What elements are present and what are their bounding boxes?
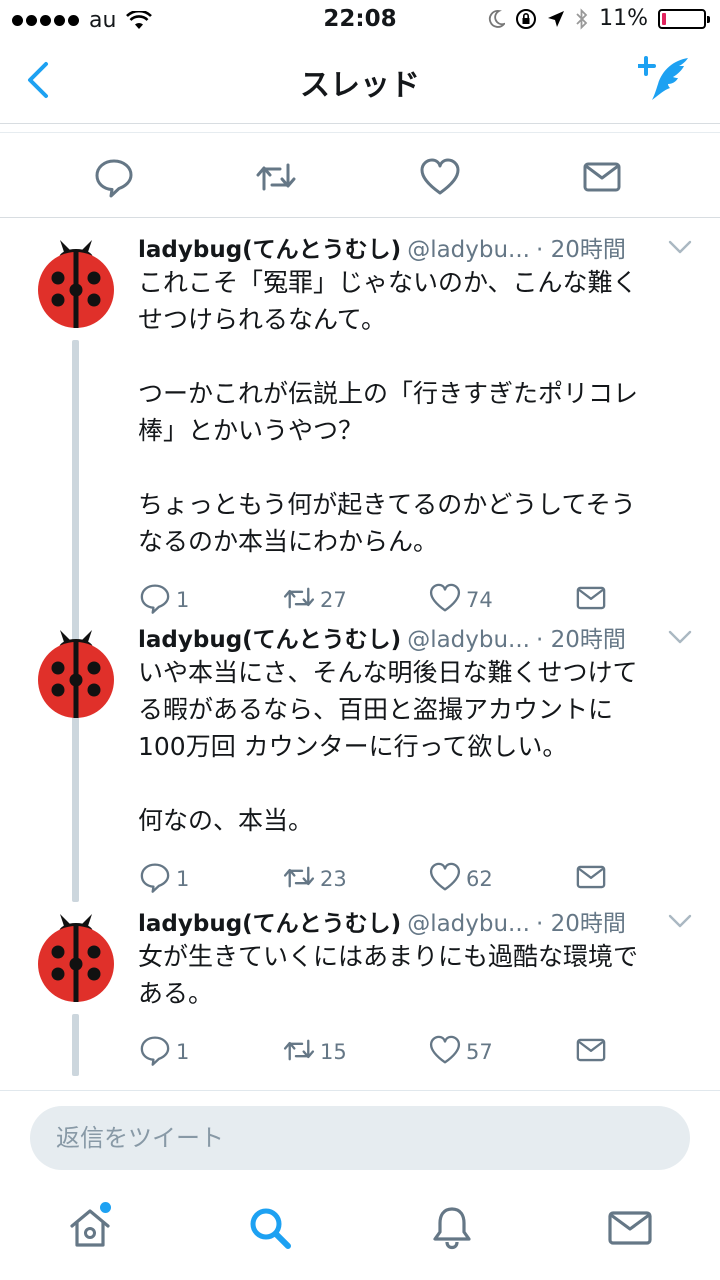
like-icon bbox=[428, 860, 462, 899]
battery-icon bbox=[658, 8, 710, 29]
username-handle: @ladybu... bbox=[407, 911, 530, 937]
avatar[interactable] bbox=[36, 238, 116, 328]
direct-message-icon bbox=[574, 860, 608, 899]
retweet-action[interactable]: 15 bbox=[282, 1034, 347, 1070]
search-icon[interactable] bbox=[246, 1204, 294, 1252]
direct-message-action[interactable] bbox=[574, 1034, 608, 1070]
reply-icon bbox=[138, 1033, 172, 1072]
tweet-text-line: せつけられるなんて。 bbox=[138, 305, 387, 334]
retweet-icon[interactable] bbox=[254, 155, 298, 199]
like-action[interactable]: 62 bbox=[428, 861, 493, 897]
location-icon bbox=[548, 10, 565, 27]
like-count: 62 bbox=[466, 867, 493, 891]
tweet-text-line bbox=[138, 449, 693, 486]
navigation-bar: スレッド bbox=[0, 40, 720, 124]
parent-tweet-actions bbox=[0, 132, 720, 218]
display-name[interactable]: ladybug(てんとうむし) bbox=[138, 620, 401, 654]
retweet-icon bbox=[282, 1033, 316, 1072]
battery-level bbox=[662, 12, 666, 25]
reply-action[interactable]: 1 bbox=[138, 1034, 189, 1070]
direct-message-action[interactable] bbox=[574, 861, 608, 897]
tweet-header: ladybug(てんとうむし) @ladybu... · 20時間 bbox=[138, 230, 626, 264]
notifications-icon[interactable] bbox=[428, 1204, 476, 1252]
compose-tweet-icon[interactable] bbox=[638, 54, 694, 104]
tweet-text-line: 何なの、本当。 bbox=[138, 806, 314, 835]
reply-icon[interactable] bbox=[92, 155, 136, 199]
tweet-text-line bbox=[138, 765, 693, 802]
tweet-actions: 1 15 57 bbox=[138, 1034, 638, 1074]
direct-message-icon[interactable] bbox=[580, 155, 624, 199]
like-icon bbox=[428, 1033, 462, 1072]
tweet-text-line: 棒」とかいうやつ？ bbox=[138, 416, 364, 445]
chevron-down-icon[interactable] bbox=[668, 240, 692, 254]
bluetooth-icon bbox=[576, 7, 588, 30]
reply-count: 1 bbox=[176, 867, 190, 891]
divider bbox=[0, 1090, 720, 1091]
tweet-text-line: ある。 bbox=[138, 979, 214, 1008]
username-handle: @ladybu... bbox=[407, 627, 530, 653]
tweet-text-line: 100万回 カウンターに行って欲しい。 bbox=[138, 732, 568, 761]
chevron-down-icon[interactable] bbox=[668, 914, 692, 928]
reply-bar bbox=[30, 1106, 690, 1170]
retweet-icon bbox=[282, 860, 316, 899]
retweet-action[interactable]: 23 bbox=[282, 861, 347, 897]
page-title: スレッド bbox=[300, 68, 420, 103]
rotation-lock-icon bbox=[516, 8, 537, 29]
like-count: 74 bbox=[466, 588, 493, 612]
tweet-text: いや本当にさ、そんな明後日な難くせつけて る暇があるなら、百田と盗撮アカウントに 1… bbox=[138, 654, 693, 839]
tab-bar bbox=[0, 1180, 720, 1280]
retweet-count: 23 bbox=[320, 867, 347, 891]
avatar[interactable] bbox=[36, 628, 116, 718]
tweet-text-line: なるのか本当にわからん。 bbox=[138, 527, 439, 556]
reply-action[interactable]: 1 bbox=[138, 861, 189, 897]
reply-count: 1 bbox=[176, 588, 190, 612]
tweet-header: ladybug(てんとうむし) @ladybu... · 20時間 bbox=[138, 904, 626, 938]
battery-percent: 11% bbox=[599, 6, 648, 31]
reply-count: 1 bbox=[176, 1040, 190, 1064]
retweet-count: 27 bbox=[320, 588, 347, 612]
avatar[interactable] bbox=[36, 912, 116, 1002]
new-content-badge bbox=[100, 1202, 111, 1213]
retweet-count: 15 bbox=[320, 1040, 347, 1064]
back-chevron-icon[interactable] bbox=[18, 58, 58, 102]
like-count: 57 bbox=[466, 1040, 493, 1064]
messages-icon[interactable] bbox=[606, 1204, 654, 1252]
tweet-text: これこそ「冤罪」じゃないのか、こんな難く せつけられるなんて。つーかこれが伝説上の… bbox=[138, 264, 693, 560]
timestamp: · 20時間 bbox=[536, 237, 626, 263]
tweet-text-line: ちょっともう何が起きてるのかどうしてそう bbox=[138, 490, 636, 519]
timestamp: · 20時間 bbox=[536, 911, 626, 937]
tweet[interactable]: ladybug(てんとうむし) @ladybu... · 20時間 これこそ「冤… bbox=[0, 222, 720, 830]
like-icon[interactable] bbox=[418, 155, 462, 199]
tweet-actions: 1 23 62 bbox=[138, 861, 638, 901]
direct-message-icon bbox=[574, 1033, 608, 1072]
tweet-text: 女が生きていくにはあまりにも過酷な環境で ある。 bbox=[138, 938, 693, 1012]
chevron-down-icon[interactable] bbox=[668, 630, 692, 644]
tweet-text-line: 女が生きていくにはあまりにも過酷な環境で bbox=[138, 942, 639, 971]
thread-connector bbox=[72, 730, 79, 902]
timestamp: · 20時間 bbox=[536, 627, 626, 653]
tweet-text-line: る暇があるなら、百田と盗撮アカウントに bbox=[138, 695, 614, 724]
tweet-text-line: いや本当にさ、そんな明後日な難くせつけて bbox=[138, 658, 638, 687]
moon-icon bbox=[489, 9, 506, 28]
username-handle: @ladybu... bbox=[407, 237, 530, 263]
thread-connector bbox=[72, 1014, 79, 1076]
tweet-text-line: つーかこれが伝説上の「行きすぎたポリコレ bbox=[138, 379, 639, 408]
tweet-text-line bbox=[138, 338, 693, 375]
like-action[interactable]: 57 bbox=[428, 1034, 493, 1070]
display-name[interactable]: ladybug(てんとうむし) bbox=[138, 230, 401, 264]
reply-input[interactable] bbox=[30, 1106, 690, 1170]
display-name[interactable]: ladybug(てんとうむし) bbox=[138, 904, 401, 938]
tweet-text-line: これこそ「冤罪」じゃないのか、こんな難く bbox=[138, 268, 638, 297]
tweet-header: ladybug(てんとうむし) @ladybu... · 20時間 bbox=[138, 620, 626, 654]
status-bar: au 22:08 11% bbox=[0, 0, 720, 40]
status-icons: 11% bbox=[487, 6, 710, 31]
reply-icon bbox=[138, 860, 172, 899]
